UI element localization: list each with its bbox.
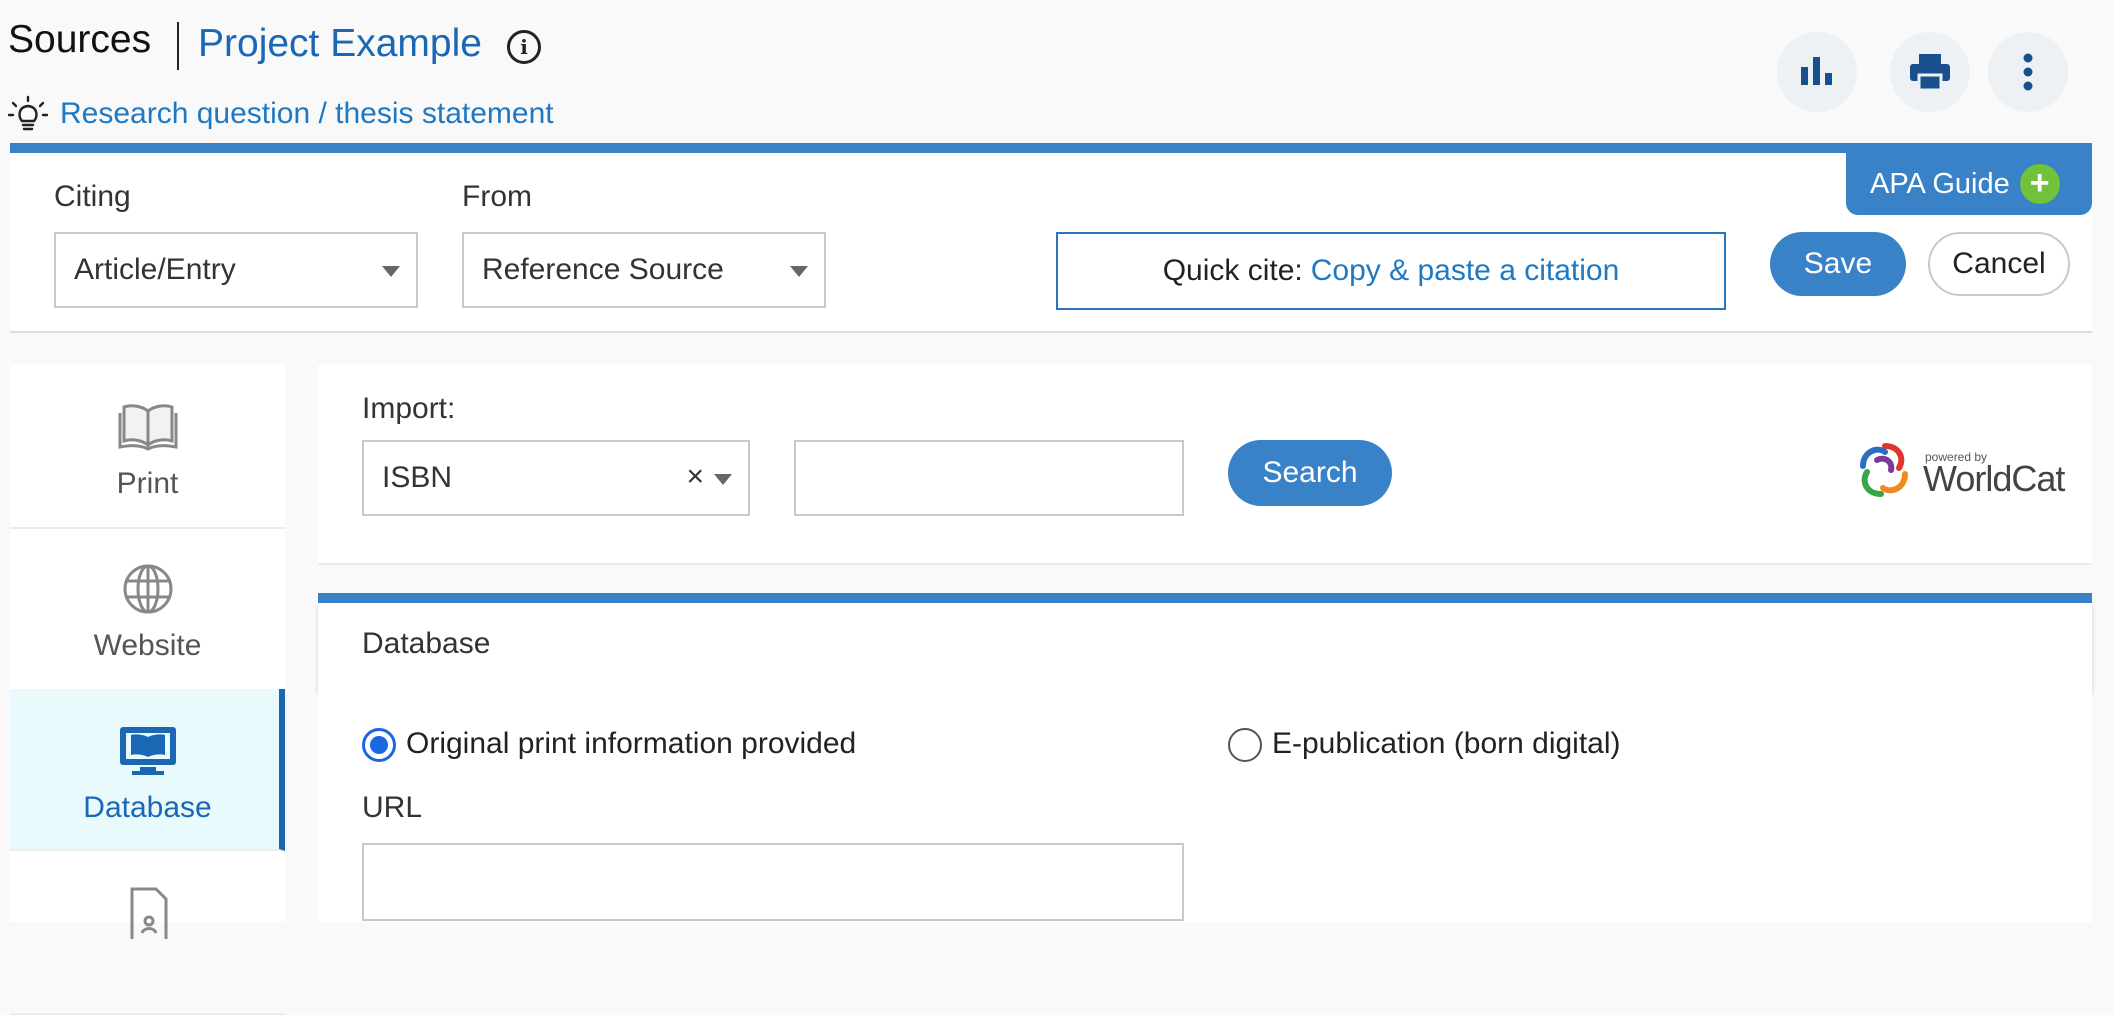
lightbulb-icon [8, 95, 48, 131]
stats-button[interactable] [1777, 32, 1857, 112]
worldcat-label: WorldCat [1923, 458, 2065, 499]
sidebar-item-print[interactable]: Print [10, 365, 285, 529]
worldcat-icon [1860, 443, 1908, 497]
radio-original-print-label[interactable]: Original print information provided [406, 727, 856, 761]
from-select[interactable]: Reference Source [462, 232, 826, 308]
save-button[interactable]: Save [1770, 232, 1906, 296]
sidebar-item-document[interactable] [10, 851, 285, 1015]
source-type-sidebar: Print Website Database [10, 365, 285, 1015]
chevron-down-icon [790, 266, 808, 277]
research-question-link[interactable]: Research question / thesis statement [60, 97, 554, 131]
apa-guide-button[interactable]: APA Guide + [1846, 153, 2092, 215]
url-label: URL [362, 791, 423, 824]
book-icon [118, 404, 178, 451]
database-section-header: Database [318, 603, 2092, 691]
sidebar-item-database[interactable]: Database [10, 689, 285, 851]
import-type-value: ISBN [382, 461, 453, 494]
project-name[interactable]: Project Example [198, 22, 482, 66]
import-search-input[interactable] [794, 440, 1184, 516]
plus-icon: + [2019, 164, 2060, 204]
print-button[interactable] [1890, 32, 1970, 112]
sidebar-item-label: Print [116, 467, 179, 500]
radio-e-publication-label[interactable]: E-publication (born digital) [1272, 727, 1621, 761]
chevron-down-icon [714, 474, 732, 485]
bar-chart-icon [1801, 57, 1832, 85]
sidebar-item-label: Database [83, 791, 212, 824]
citing-select[interactable]: Article/Entry [54, 232, 418, 308]
more-vertical-icon [2023, 53, 2033, 91]
title-divider [177, 22, 179, 70]
sidebar-item-website[interactable]: Website [10, 527, 285, 691]
database-section-title: Database [362, 627, 491, 660]
apa-guide-label: APA Guide [1870, 167, 2010, 200]
cancel-button[interactable]: Cancel [1928, 232, 2070, 296]
info-icon[interactable]: i [507, 30, 541, 64]
database-section-bar [318, 593, 2092, 603]
import-type-select[interactable]: ISBN × [362, 440, 750, 516]
quick-cite-prefix: Quick cite: [1162, 254, 1303, 287]
import-label: Import: [362, 392, 456, 425]
printer-icon [1910, 54, 1950, 91]
quick-cite-button[interactable]: Quick cite: Copy & paste a citation [1056, 232, 1726, 310]
citing-label: Citing [54, 180, 131, 213]
page-title: Sources [8, 18, 152, 61]
monitor-book-icon [120, 727, 176, 775]
document-icon [130, 887, 168, 939]
citation-form-top-bar [10, 143, 2092, 153]
clear-icon[interactable]: × [686, 460, 704, 494]
search-button[interactable]: Search [1228, 440, 1392, 506]
radio-e-publication[interactable] [1228, 728, 1262, 762]
from-label: From [462, 180, 532, 213]
sidebar-item-label: Website [93, 629, 202, 662]
citing-select-value: Article/Entry [74, 253, 236, 286]
globe-icon [123, 564, 173, 614]
database-section-body: Original print information provided E-pu… [318, 691, 2092, 922]
radio-original-print[interactable] [362, 728, 396, 762]
chevron-down-icon [382, 266, 400, 277]
more-options-button[interactable] [1988, 32, 2068, 112]
from-select-value: Reference Source [482, 253, 724, 286]
quick-cite-link[interactable]: Copy & paste a citation [1311, 254, 1620, 288]
url-input[interactable] [362, 843, 1184, 921]
